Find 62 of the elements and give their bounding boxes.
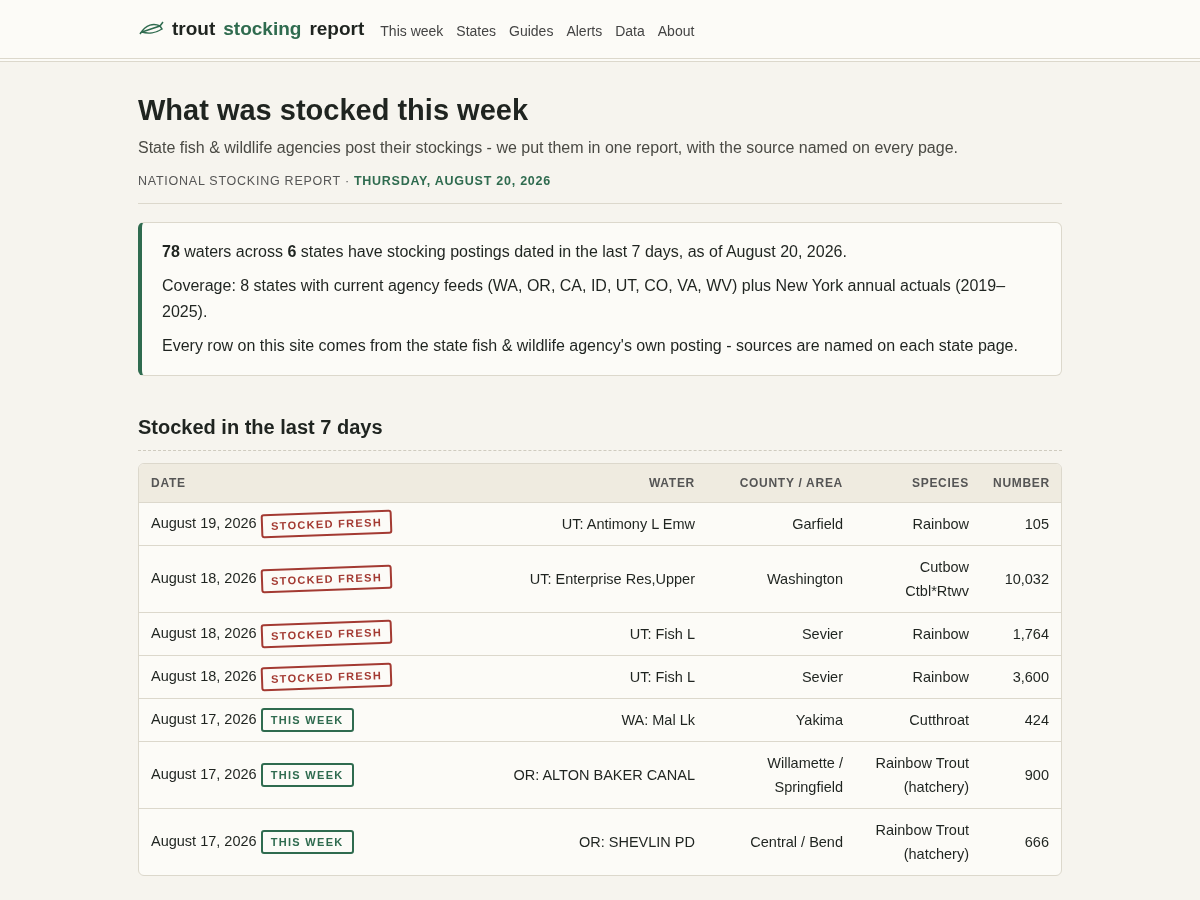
section-title: Stocked in the last 7 days (138, 412, 1062, 451)
table-cell-text: August 17, 2026 (151, 832, 257, 852)
status-stamp: STOCKED FRESH (260, 509, 393, 539)
column-header: NUMBER (981, 464, 1061, 503)
table-cell: 900 (981, 741, 1061, 809)
table-cell-text: August 19, 2026 (151, 514, 257, 534)
table-cell: UT: Fish L (469, 612, 707, 656)
table-cell: Rainbow (855, 655, 981, 699)
nav-link[interactable]: This week (380, 20, 444, 42)
status-stamp: STOCKED FRESH (260, 619, 393, 649)
status-stamp: STOCKED FRESH (260, 662, 393, 692)
report-kicker: NATIONAL STOCKING REPORT · (138, 173, 350, 191)
summary-text: Coverage: 8 states with current agency feeds (WA, OR, CA, ID, UT, CO, VA, WV) plus New York annual actuals (2019–2025). (162, 276, 1007, 322)
table-cell-text: August 18, 2026 (151, 569, 257, 589)
status-stamp: THIS WEEK (260, 708, 354, 732)
nav-link[interactable]: States (456, 20, 497, 42)
table-cell-text: August 17, 2026 (151, 765, 257, 785)
table-cell: UT: Enterprise Res,Upper (469, 545, 707, 613)
table-cell: OR: ALTON BAKER CANAL (469, 741, 707, 809)
table-cell: Cutbow Ctbl*Rtwv (855, 545, 981, 613)
nav-link[interactable]: Alerts (566, 20, 603, 42)
column-header: WATER (469, 464, 707, 503)
column-header: COUNTY / AREA (707, 464, 855, 503)
nav-link[interactable]: About (657, 20, 695, 42)
column-header: DATE (139, 464, 469, 503)
summary-text: Every row on this site comes from the state fish & wildlife agency's own posting - sources are named on each state page. (162, 336, 1019, 356)
table-cell: Sevier (707, 655, 855, 699)
table-cell: Garfield (707, 502, 855, 546)
table-cell: Willamette / Springfield (707, 741, 855, 809)
table-cell: UT: Antimony L Emw (469, 502, 707, 546)
report-date: THURSDAY, AUGUST 20, 2026 (353, 173, 551, 191)
summary-text: 78 waters across 6 states have stocking postings dated in the last 7 days, as of August 20, 2026. (162, 242, 848, 262)
nav-link[interactable]: Guides (509, 20, 554, 42)
table-cell: 1,764 (981, 612, 1061, 656)
table-cell: Rainbow Trout (hatchery) (855, 741, 981, 809)
table-cell: OR: SHEVLIN PD (469, 808, 707, 875)
table-cell: Washington (707, 545, 855, 613)
table-cell: Rainbow (855, 502, 981, 546)
nav-link[interactable]: Data (615, 20, 645, 42)
column-header: SPECIES (855, 464, 981, 503)
table-cell: Rainbow Trout (hatchery) (855, 808, 981, 875)
site-logo[interactable]: trout stocking report (138, 14, 365, 44)
table-cell-text: August 18, 2026 (151, 624, 257, 644)
table-cell-text: August 18, 2026 (151, 667, 257, 687)
table-cell: Rainbow (855, 612, 981, 656)
status-stamp: THIS WEEK (260, 830, 354, 854)
table-cell: Cutthroat (855, 698, 981, 742)
table-cell: 3,600 (981, 655, 1061, 699)
table-cell: 105 (981, 502, 1061, 546)
table-cell: Sevier (707, 612, 855, 656)
table-cell-text: August 17, 2026 (151, 710, 257, 730)
table-cell: 424 (981, 698, 1061, 742)
status-stamp: STOCKED FRESH (260, 564, 393, 594)
table-cell: WA: Mal Lk (469, 698, 707, 742)
page-title: What was stocked this week (138, 93, 529, 128)
page-subtitle: State fish & wildlife agencies post their stockings - we put them in one report, with the source named on every page. (138, 138, 959, 159)
table-cell: Yakima (707, 698, 855, 742)
table-cell: 666 (981, 808, 1061, 875)
status-stamp: THIS WEEK (260, 763, 354, 787)
table-cell: Central / Bend (707, 808, 855, 875)
table-cell: 10,032 (981, 545, 1061, 613)
table-cell: UT: Fish L (469, 655, 707, 699)
